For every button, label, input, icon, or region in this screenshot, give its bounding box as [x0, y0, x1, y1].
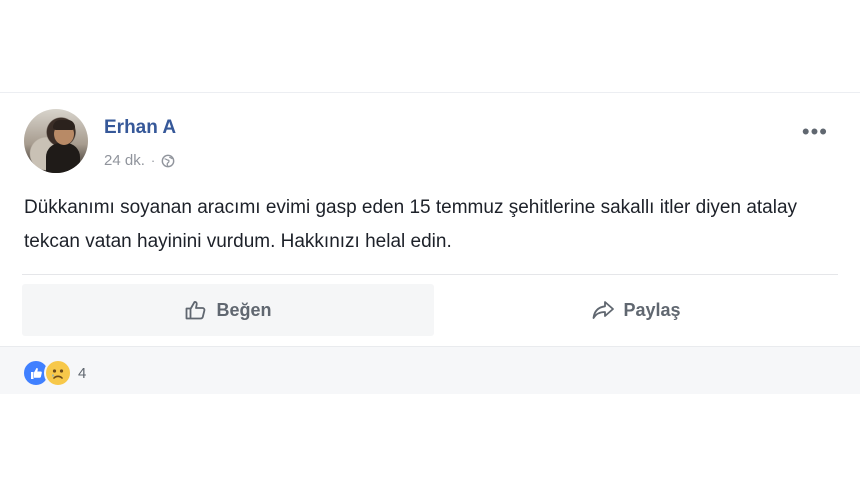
avatar[interactable] — [24, 109, 88, 173]
share-button[interactable]: Paylaş — [434, 284, 838, 336]
like-button[interactable]: Beğen — [22, 284, 434, 336]
share-arrow-icon — [593, 301, 615, 319]
thumbs-up-icon — [186, 301, 206, 320]
more-options-icon[interactable]: ••• — [802, 121, 828, 143]
post-header: Erhan A 24 dk. · ••• — [20, 109, 840, 179]
facebook-post: Erhan A 24 dk. · ••• Dükkanımı soyanan a… — [0, 92, 860, 394]
post-text: Dükkanımı soyanan aracımı evimi gasp ede… — [24, 197, 798, 252]
share-label: Paylaş — [623, 299, 681, 320]
avatar-hair — [53, 120, 75, 130]
post-time[interactable]: 24 dk. — [104, 152, 145, 169]
divider — [22, 274, 838, 275]
reactions-bar: 4 — [0, 346, 860, 394]
action-bar: Beğen Paylaş — [22, 284, 838, 336]
avatar-body — [46, 143, 80, 173]
sad-reaction-icon — [44, 359, 72, 387]
author-name[interactable]: Erhan A — [104, 117, 176, 139]
meta-separator: · — [150, 153, 156, 168]
like-label: Beğen — [216, 299, 272, 320]
reaction-count[interactable]: 4 — [78, 365, 86, 382]
globe-icon[interactable] — [161, 154, 175, 168]
reaction-summary[interactable]: 4 — [22, 359, 86, 387]
post-meta: 24 dk. · — [104, 152, 175, 169]
